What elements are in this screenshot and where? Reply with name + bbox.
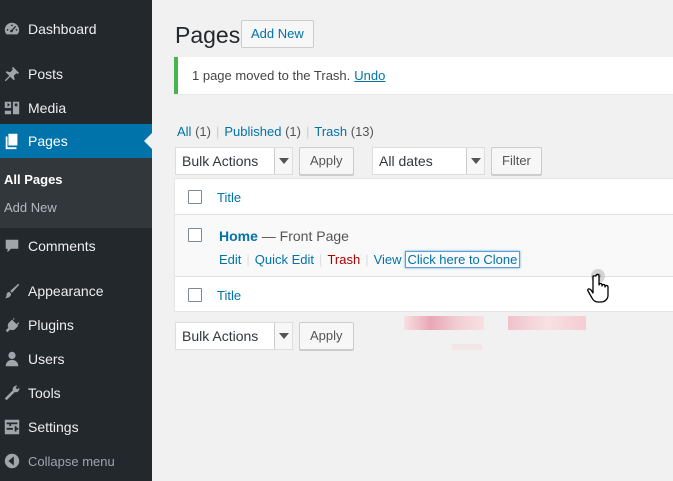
filter-trash-link[interactable]: Trash — [314, 124, 347, 139]
blurred-artifact — [404, 316, 484, 330]
admin-sidebar: Dashboard Posts Media Pages All Pages Ad… — [0, 0, 152, 481]
dashboard-icon — [2, 19, 22, 39]
sidebar-item-label: Appearance — [28, 283, 104, 299]
select-all-checkbox[interactable] — [188, 190, 202, 204]
sidebar-item-comments[interactable]: Comments — [0, 229, 152, 263]
submenu-item-add-new[interactable]: Add New — [4, 200, 57, 215]
collapse-icon — [2, 451, 22, 471]
user-icon — [2, 349, 22, 369]
filter-all-link[interactable]: All — [177, 124, 191, 139]
sidebar-item-label: Tools — [28, 385, 61, 401]
sidebar-item-posts[interactable]: Posts — [0, 57, 152, 91]
dates-select[interactable]: All dates — [372, 147, 485, 175]
separator: | — [305, 124, 310, 139]
clone-link[interactable]: Click here to Clone — [404, 251, 521, 268]
page-state: — Front Page — [261, 228, 349, 244]
trash-link[interactable]: Trash — [327, 252, 360, 267]
sidebar-item-label: Dashboard — [28, 21, 97, 37]
page-title: Pages — [175, 22, 241, 48]
column-title-sort-link-footer[interactable]: Title — [217, 288, 241, 303]
add-new-button[interactable]: Add New — [241, 20, 314, 48]
sidebar-item-settings[interactable]: Settings — [0, 410, 152, 444]
undo-link[interactable]: Undo — [354, 68, 385, 83]
separator: | — [319, 252, 323, 267]
chevron-down-icon — [274, 323, 292, 349]
sidebar-item-label: Posts — [28, 66, 64, 82]
status-filter-links: All (1) | Published (1) | Trash (13) — [177, 124, 374, 139]
comment-icon — [2, 236, 22, 256]
select-all-checkbox-footer[interactable] — [188, 288, 202, 302]
paintbrush-icon — [2, 281, 22, 301]
separator: | — [246, 252, 250, 267]
bulk-actions-value: Bulk Actions — [182, 153, 259, 169]
separator: | — [365, 252, 369, 267]
hand-cursor-icon — [587, 269, 609, 303]
sidebar-item-pages[interactable]: Pages — [0, 124, 152, 158]
column-title-sort-link[interactable]: Title — [217, 190, 241, 205]
bulk-actions-value: Bulk Actions — [182, 328, 259, 344]
main-content: Pages Add New 1 page moved to the Trash.… — [152, 0, 673, 481]
sidebar-item-users[interactable]: Users — [0, 342, 152, 376]
sidebar-item-label: Settings — [28, 419, 79, 435]
sidebar-item-label: Users — [28, 351, 65, 367]
notice-message: 1 page moved to the Trash. — [192, 68, 351, 83]
sidebar-item-dashboard[interactable]: Dashboard — [0, 12, 152, 46]
trash-notice: 1 page moved to the Trash. Undo — [174, 57, 673, 94]
row-actions: Edit | Quick Edit | Trash | View Click here to … — [219, 251, 521, 268]
sidebar-item-media[interactable]: Media — [0, 91, 152, 125]
quick-edit-link[interactable]: Quick Edit — [255, 252, 314, 267]
sidebar-item-appearance[interactable]: Appearance — [0, 274, 152, 308]
pages-submenu: All Pages Add New — [0, 158, 152, 228]
table-header-row: Title — [175, 179, 673, 215]
apply-button[interactable]: Apply — [299, 147, 354, 175]
chevron-down-icon — [274, 148, 292, 174]
filter-published-count: (1) — [285, 124, 301, 139]
chevron-down-icon — [466, 148, 484, 174]
pushpin-icon — [2, 64, 22, 84]
blurred-artifact — [508, 316, 586, 330]
settings-icon — [2, 417, 22, 437]
sidebar-item-label: Pages — [28, 133, 68, 149]
view-link[interactable]: View — [374, 252, 402, 267]
pages-icon — [2, 131, 22, 151]
sidebar-item-label: Media — [28, 100, 67, 116]
sidebar-item-label: Plugins — [28, 317, 74, 333]
plugin-icon — [2, 315, 22, 335]
wrench-icon — [2, 383, 22, 403]
edit-link[interactable]: Edit — [219, 252, 241, 267]
sidebar-item-plugins[interactable]: Plugins — [0, 308, 152, 342]
row-checkbox[interactable] — [188, 228, 202, 242]
media-icon — [2, 98, 22, 118]
sidebar-item-label: Comments — [28, 238, 96, 254]
filter-all-count: (1) — [195, 124, 211, 139]
submenu-item-all-pages[interactable]: All Pages — [4, 172, 63, 187]
bulk-actions-select-bottom[interactable]: Bulk Actions — [175, 322, 293, 350]
collapse-menu-label: Collapse menu — [28, 453, 115, 469]
bulk-actions-select[interactable]: Bulk Actions — [175, 147, 293, 175]
filter-button[interactable]: Filter — [491, 147, 542, 175]
filter-trash-count: (13) — [350, 124, 374, 139]
dates-value: All dates — [379, 153, 433, 169]
sidebar-item-tools[interactable]: Tools — [0, 376, 152, 410]
apply-button-bottom[interactable]: Apply — [299, 322, 354, 350]
page-title-link[interactable]: Home — [219, 228, 258, 244]
separator: | — [215, 124, 220, 139]
blurred-artifact — [452, 344, 482, 350]
row-title: Home — Front Page — [219, 228, 349, 244]
collapse-menu-button[interactable]: Collapse menu — [0, 444, 152, 478]
filter-published-link[interactable]: Published — [224, 124, 281, 139]
